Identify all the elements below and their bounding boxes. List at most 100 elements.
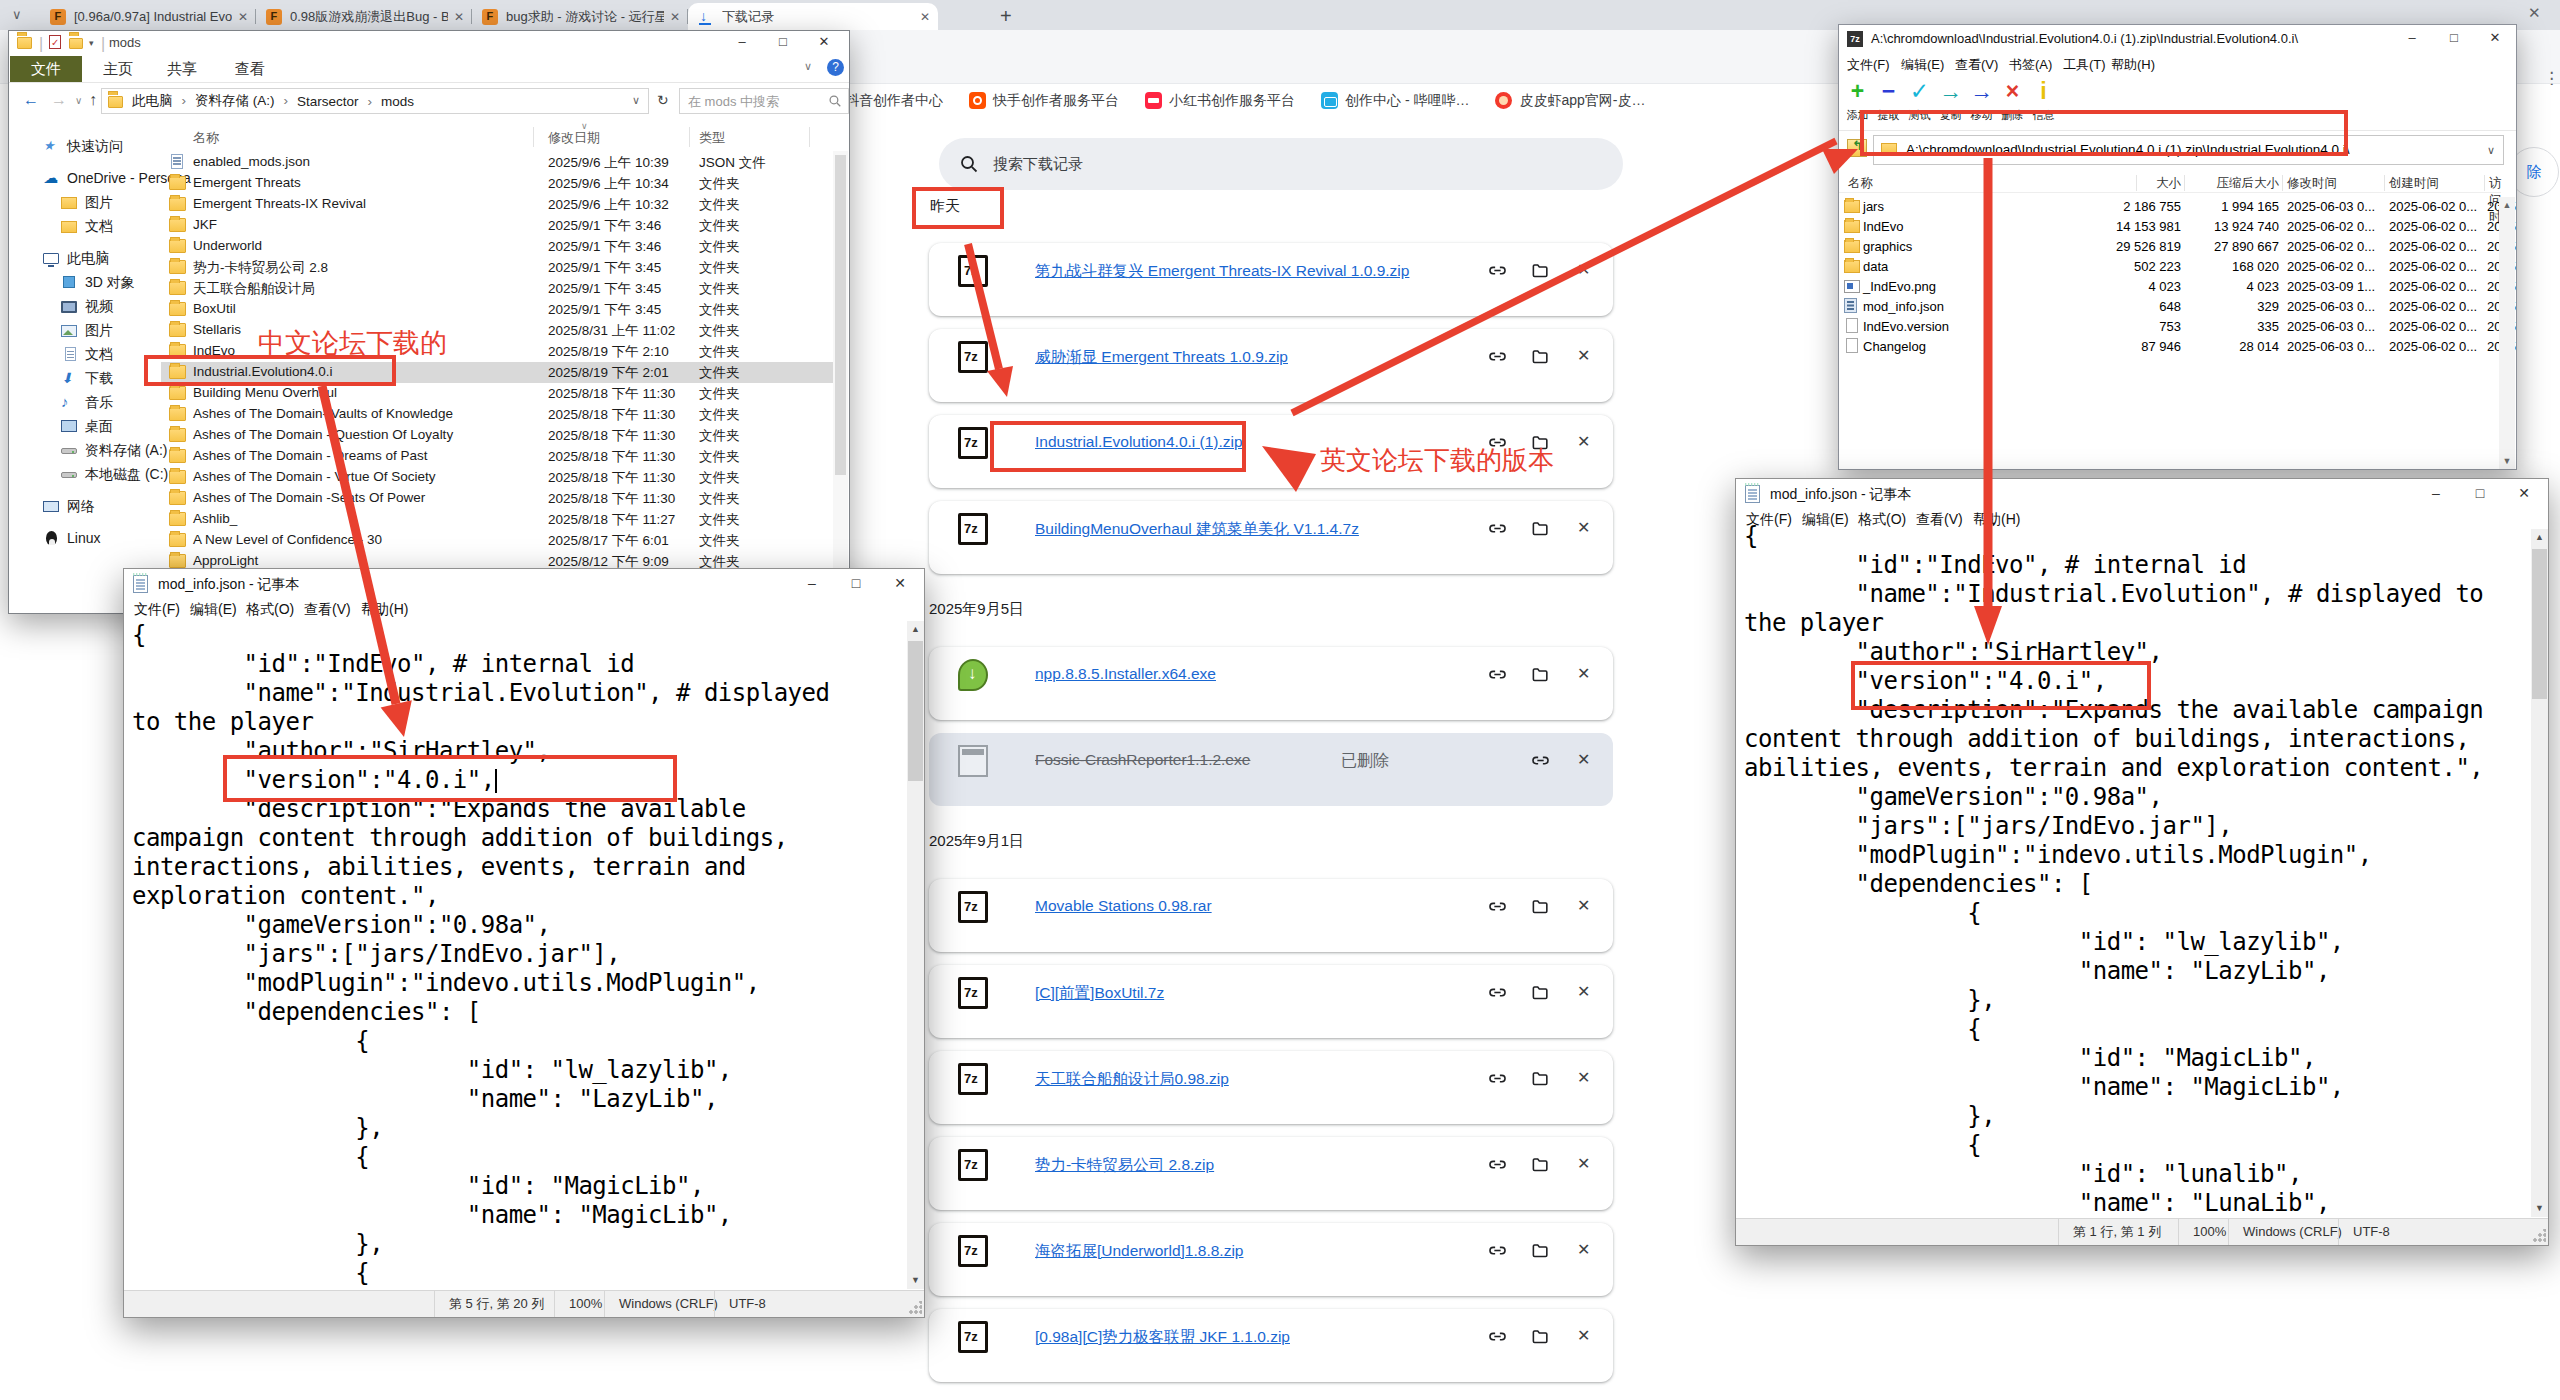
remove-download-icon[interactable]: ✕ [1577, 432, 1597, 452]
menu-format[interactable]: 格式(O) [246, 601, 294, 619]
remove-download-icon[interactable]: ✕ [1577, 518, 1597, 538]
file-row[interactable]: Emergent Threats-IX Revival 2025/9/6 上午 … [161, 194, 843, 215]
sidebar-item[interactable]: 网络 [9, 495, 159, 519]
column-header-name[interactable]: 名称 [193, 129, 219, 147]
copy-link-icon[interactable] [1488, 983, 1508, 1003]
download-item[interactable]: Movable Stations 0.98.rar ✕ [929, 879, 1613, 952]
download-item[interactable]: 海盗拓展[Underworld]1.8.8.zip ✕ [929, 1223, 1613, 1296]
toolbar-button[interactable]: → 复制 [1935, 77, 1966, 130]
sidebar-item[interactable]: 桌面 [9, 415, 159, 439]
menu-edit[interactable]: 编辑(E) [1901, 56, 1944, 74]
archive-file-row[interactable]: Changelog 87 946 28 014 2025-06-03 0... … [1839, 337, 2501, 357]
download-item[interactable]: 威胁渐显 Emergent Threats 1.0.9.zip ✕ [929, 329, 1613, 402]
remove-download-icon[interactable]: ✕ [1577, 750, 1597, 770]
remove-download-icon[interactable]: ✕ [1577, 982, 1597, 1002]
remove-download-icon[interactable]: ✕ [1577, 346, 1597, 366]
sidebar-item[interactable]: 视频 [9, 295, 159, 319]
minimize-button[interactable]: – [790, 569, 834, 598]
close-button[interactable]: ✕ [2475, 25, 2515, 52]
archive-file-row[interactable]: jars 2 186 755 1 994 165 2025-06-03 0...… [1839, 197, 2501, 217]
ribbon-collapse-icon[interactable]: ∨ [804, 60, 812, 73]
sidebar-item[interactable]: Linux [9, 527, 159, 551]
file-row[interactable]: Ashlib_ 2025/8/18 下午 11:27 文件夹 [161, 509, 843, 530]
resize-grip[interactable] [2532, 1229, 2546, 1243]
sidebar-item[interactable]: 文档 [9, 215, 159, 239]
back-icon[interactable]: ← [23, 91, 39, 109]
sidebar-item[interactable]: 文档 [9, 343, 159, 367]
file-row[interactable]: Ashes of The Domain -Seats Of Power 2025… [161, 488, 843, 509]
menu-bookmarks[interactable]: 书签(A) [2009, 56, 2052, 74]
close-button[interactable]: ✕ [807, 31, 841, 55]
show-in-folder-icon[interactable] [1531, 1155, 1551, 1175]
download-filename-link[interactable]: Fossic-CrashReporter1.1.2.exe [1035, 751, 1250, 769]
copy-link-icon[interactable] [1488, 519, 1508, 539]
sevenzip-scrollbar[interactable]: ▲ ▼ [2499, 197, 2515, 469]
notepad-text-area[interactable]: { "id":"IndEvo", # internal id "name":"I… [132, 621, 829, 1288]
remove-download-icon[interactable]: ✕ [1577, 260, 1597, 280]
copy-link-icon[interactable] [1488, 665, 1508, 685]
file-row[interactable]: enabled_mods.json 2025/9/6 上午 10:39 JSON… [161, 152, 843, 173]
browser-tab[interactable]: 0.98版游戏崩溃退出Bug - Bug… ✕ [256, 3, 472, 30]
show-in-folder-icon[interactable] [1531, 1069, 1551, 1089]
menu-view[interactable]: 查看(V) [1955, 56, 1998, 74]
file-row[interactable]: Building Menu Overhaul 2025/8/18 下午 11:3… [161, 383, 843, 404]
column-header-type[interactable]: 类型 [699, 129, 725, 147]
address-field[interactable]: A:\chromdownload\Industrial.Evolution4.0… [1873, 135, 2504, 165]
copy-link-icon[interactable] [1488, 1327, 1508, 1347]
close-button[interactable]: ✕ [878, 569, 922, 598]
file-row[interactable]: Emergent Threats 2025/9/6 上午 10:34 文件夹 [161, 173, 843, 194]
resize-grip[interactable] [908, 1301, 922, 1315]
download-item[interactable]: 第九战斗群复兴 Emergent Threats-IX Revival 1.0.… [929, 243, 1613, 316]
address-dropdown-icon[interactable]: ∨ [2487, 144, 2495, 157]
ribbon-share-tab[interactable]: 共享 [167, 56, 197, 82]
ribbon-view-tab[interactable]: 查看 [235, 56, 265, 82]
toolbar-button[interactable]: − 提取 [1873, 77, 1904, 130]
file-row[interactable]: A New Level of Confidence - 30 2025/8/17… [161, 530, 843, 551]
history-chevron-icon[interactable]: ∨ [75, 95, 82, 106]
remove-download-icon[interactable]: ✕ [1577, 664, 1597, 684]
maximize-button[interactable]: □ [766, 31, 800, 55]
sevenzip-title-bar[interactable]: 7z A:\chromdownload\Industrial.Evolution… [1839, 25, 2516, 53]
download-item[interactable]: 势力-卡特贸易公司 2.8.zip ✕ [929, 1137, 1613, 1210]
column-packed[interactable]: 压缩后大小 [2194, 175, 2279, 192]
sidebar-item[interactable]: 3D 对象 [9, 271, 159, 295]
download-filename-link[interactable]: 势力-卡特贸易公司 2.8.zip [1035, 1155, 1214, 1176]
maximize-button[interactable]: □ [834, 569, 878, 598]
copy-link-icon[interactable] [1488, 1155, 1508, 1175]
file-row[interactable]: Industrial.Evolution4.0.i 2025/8/19 下午 2… [161, 362, 843, 383]
tab-close-icon[interactable]: ✕ [670, 10, 680, 24]
download-item[interactable]: 天工联合船舶设计局0.98.zip ✕ [929, 1051, 1613, 1124]
tab-close-icon[interactable]: ✕ [920, 10, 930, 24]
menu-file[interactable]: 文件(F) [1847, 56, 1890, 74]
remove-download-icon[interactable]: ✕ [1577, 1240, 1597, 1260]
file-row[interactable]: Underworld 2025/9/1 下午 3:46 文件夹 [161, 236, 843, 257]
file-row[interactable]: BoxUtil 2025/9/1 下午 3:45 文件夹 [161, 299, 843, 320]
archive-file-row[interactable]: IndEvo.version 753 335 2025-06-03 0... 2… [1839, 317, 2501, 337]
menu-help[interactable]: 帮助(H) [2111, 56, 2155, 74]
menu-edit[interactable]: 编辑(E) [190, 601, 237, 619]
browser-tab[interactable]: 下载记录 ✕ [688, 3, 938, 30]
help-icon[interactable]: ? [827, 59, 844, 76]
show-in-folder-icon[interactable] [1531, 1327, 1551, 1347]
tab-close-icon[interactable]: ✕ [454, 10, 464, 24]
sidebar-item[interactable]: 图片 [9, 319, 159, 343]
download-item[interactable]: npp.8.8.5.Installer.x64.exe ✕ [929, 647, 1613, 720]
explorer-search-input[interactable]: 在 mods 中搜索 [679, 88, 849, 114]
toolbar-button[interactable]: i 信息 [2028, 77, 2059, 130]
file-row[interactable]: 天工联合船舶设计局 2025/9/1 下午 3:45 文件夹 [161, 278, 843, 299]
show-in-folder-icon[interactable] [1531, 347, 1551, 367]
bookmark-item[interactable]: 皮皮虾app官网-皮… [1495, 92, 1645, 110]
up-icon[interactable]: ↑ [89, 91, 97, 109]
download-filename-link[interactable]: [0.98a][C]势力极客联盟 JKF 1.1.0.zip [1035, 1327, 1290, 1348]
copy-link-icon[interactable] [1531, 751, 1551, 771]
file-row[interactable]: 势力-卡特贸易公司 2.8 2025/9/1 下午 3:45 文件夹 [161, 257, 843, 278]
download-filename-link[interactable]: 天工联合船舶设计局0.98.zip [1035, 1069, 1229, 1090]
sidebar-item[interactable]: 本地磁盘 (C:) [9, 463, 159, 487]
ribbon-home-tab[interactable]: 主页 [103, 56, 133, 82]
remove-download-icon[interactable]: ✕ [1577, 1068, 1597, 1088]
toolbar-button[interactable]: → 移动 [1966, 77, 1997, 130]
new-tab-button[interactable]: + [1000, 5, 1012, 28]
menu-file[interactable]: 文件(F) [134, 601, 180, 619]
minimize-button[interactable]: – [2414, 479, 2458, 508]
file-row[interactable]: Ashes of The Domain- Vaults of Knowledge… [161, 404, 843, 425]
